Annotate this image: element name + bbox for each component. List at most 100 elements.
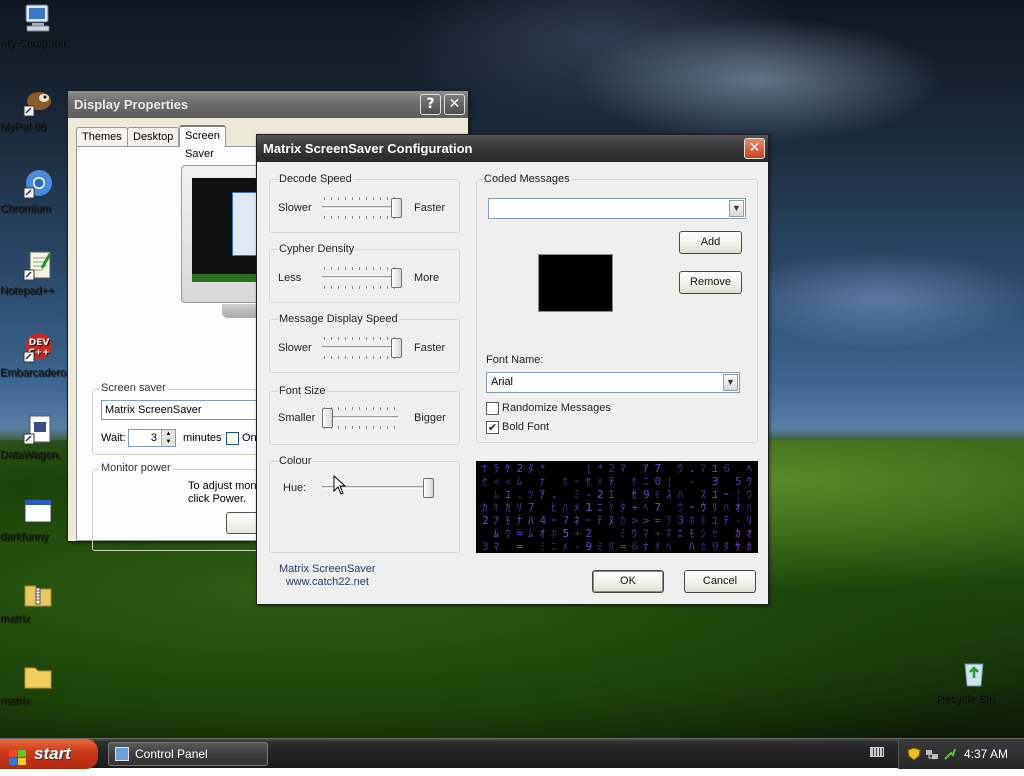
tab-screen-saver[interactable]: Screen Saver xyxy=(179,125,226,160)
matrix-glyph: ﾍ xyxy=(747,462,753,475)
taskbar-item-control-panel[interactable]: Control Panel xyxy=(108,742,268,766)
matrix-glyph: ｾ xyxy=(482,475,488,488)
desktop-icon-recycle-bin[interactable]: Recycle Bin xyxy=(936,658,1012,705)
desktop-icon-devcpp[interactable]: DEV C++ Embarcadero Dev-C++ xyxy=(0,332,113,379)
matrix-glyph: ﾕ xyxy=(712,462,718,475)
matrix-glyph: ﾒ xyxy=(597,475,603,488)
message-speed-max-label: Faster xyxy=(414,342,446,354)
matrix-config-titlebar[interactable]: Matrix ScreenSaver Configuration ✕ xyxy=(257,135,768,162)
matrix-glyph: ﾃ xyxy=(724,514,730,527)
decode-speed-slider[interactable] xyxy=(322,197,402,219)
desktop-icon-notepadpp[interactable]: Notepad++ xyxy=(0,250,76,297)
matrix-glyph: ﾑ xyxy=(528,527,534,540)
tab-desktop[interactable]: Desktop xyxy=(127,127,180,147)
matrix-glyph: 3 xyxy=(482,540,489,553)
recycle-bin-icon xyxy=(958,658,990,690)
matrix-glyph: ﾓ xyxy=(701,514,707,527)
clock[interactable]: 4:37 AM xyxy=(964,747,1008,761)
keyboard-language-icon[interactable] xyxy=(870,747,884,757)
coded-messages-title: Coded Messages xyxy=(483,173,571,185)
slider-thumb[interactable] xyxy=(391,338,402,358)
about-website-link[interactable]: www.catch22.net xyxy=(279,576,376,589)
wait-minutes-spinner[interactable]: 3 ▲ ▼ xyxy=(128,429,176,447)
matrix-glyph: ﾅ xyxy=(482,462,488,475)
matrix-glyph: ｶ xyxy=(735,527,741,540)
screen-saver-select[interactable]: Matrix ScreenSaver xyxy=(101,400,261,420)
matrix-glyph: ｶ xyxy=(563,475,569,488)
wait-label: Wait: xyxy=(101,432,126,444)
security-shield-icon[interactable] xyxy=(907,747,921,761)
matrix-glyph: ｽ xyxy=(666,488,672,501)
chevron-down-icon[interactable]: ▼ xyxy=(729,200,744,217)
matrix-glyph: ｳ xyxy=(678,501,684,514)
matrix-glyph: ﾆ xyxy=(597,501,603,514)
message-speed-slider[interactable] xyxy=(322,337,402,359)
matrix-glyph: 0 xyxy=(655,475,662,488)
matrix-glyph: 7 xyxy=(655,501,662,514)
desktop-icon-matrix-folder[interactable]: matrix xyxy=(0,660,76,707)
desktop-icon-matrix-zip[interactable]: matrix xyxy=(0,578,76,625)
matrix-glyph: ﾓ xyxy=(505,514,511,527)
desktop-icon-darkfunny[interactable]: darkfunny xyxy=(0,496,76,543)
display-properties-titlebar[interactable]: Display Properties ? ✕ xyxy=(68,91,468,118)
matrix-glyph: + xyxy=(632,501,639,514)
matrix-glyph: ﾘ xyxy=(712,501,718,514)
matrix-glyph: 2 xyxy=(609,462,616,475)
matrix-glyph: 1 xyxy=(586,501,593,514)
cypher-density-title: Cypher Density xyxy=(278,243,356,255)
slider-thumb[interactable] xyxy=(391,268,402,288)
message-speed-min-label: Slower xyxy=(278,342,312,354)
slider-thumb[interactable] xyxy=(423,478,434,498)
desktop-icon-my-computer[interactable]: My Computer xyxy=(0,2,76,49)
matrix-glyph: ﾆ xyxy=(643,475,649,488)
matrix-glyph: 6 xyxy=(632,540,639,553)
chevron-down-icon[interactable]: ▼ xyxy=(723,374,738,391)
close-button[interactable]: ✕ xyxy=(744,138,765,159)
dialog-title: Matrix ScreenSaver Configuration xyxy=(263,141,473,156)
safely-remove-hardware-icon[interactable] xyxy=(943,747,957,761)
matrix-glyph: - xyxy=(586,488,593,501)
coded-messages-combo[interactable]: ▼ xyxy=(488,198,746,219)
ok-button[interactable]: OK xyxy=(592,570,664,593)
matrix-glyph: ¦ xyxy=(666,475,673,488)
network-icon[interactable] xyxy=(925,747,939,761)
matrix-glyph: ｳ xyxy=(701,501,707,514)
bold-font-checkbox[interactable]: ✔ xyxy=(486,421,499,434)
cancel-button[interactable]: Cancel xyxy=(684,570,756,593)
close-button[interactable]: ✕ xyxy=(444,94,465,115)
font-size-title: Font Size xyxy=(278,385,327,397)
matrix-glyph: ﾑ xyxy=(517,475,523,488)
matrix-glyph: ﾘ xyxy=(609,540,615,553)
start-button[interactable]: start xyxy=(0,739,98,769)
chromium-icon xyxy=(22,168,54,200)
desktop-icon-datawagon[interactable]: DataWagon. xyxy=(0,414,76,461)
spinner-arrows[interactable]: ▲ ▼ xyxy=(161,430,175,446)
remove-button[interactable]: Remove xyxy=(679,271,742,294)
matrix-glyph: ﾒ xyxy=(574,501,580,514)
matrix-glyph: ﾅ xyxy=(643,540,649,553)
randomize-messages-checkbox[interactable] xyxy=(486,402,499,415)
svg-text:DEV: DEV xyxy=(29,338,50,348)
slider-thumb[interactable] xyxy=(391,198,402,218)
desktop-icon-mypal[interactable]: MyPal 68 xyxy=(0,86,76,133)
screen-saver-group-title: Screen saver xyxy=(99,382,168,394)
font-size-slider[interactable] xyxy=(322,407,398,429)
matrix-glyph: 9 xyxy=(643,488,650,501)
matrix-glyph: ｶ xyxy=(747,540,753,553)
help-button[interactable]: ? xyxy=(420,94,441,115)
matrix-glyph: ｱ xyxy=(540,488,546,501)
desktop-icon-chromium[interactable]: Chromium xyxy=(0,168,76,215)
matrix-glyph: ﾋ xyxy=(551,501,557,514)
on-resume-checkbox[interactable] xyxy=(226,432,239,445)
matrix-glyph: ｹ xyxy=(609,501,615,514)
decode-speed-max-label: Faster xyxy=(414,202,446,214)
font-name-combo[interactable]: Arial ▼ xyxy=(486,372,740,393)
matrix-glyph: ｷ xyxy=(494,501,500,514)
add-button[interactable]: Add xyxy=(679,231,742,254)
bold-font-label: Bold Font xyxy=(502,421,550,433)
message-colour-swatch[interactable] xyxy=(538,254,613,312)
tab-themes[interactable]: Themes xyxy=(76,127,128,147)
cypher-density-slider[interactable] xyxy=(322,267,402,289)
matrix-glyph: 2 xyxy=(597,488,604,501)
slider-thumb[interactable] xyxy=(322,408,333,428)
